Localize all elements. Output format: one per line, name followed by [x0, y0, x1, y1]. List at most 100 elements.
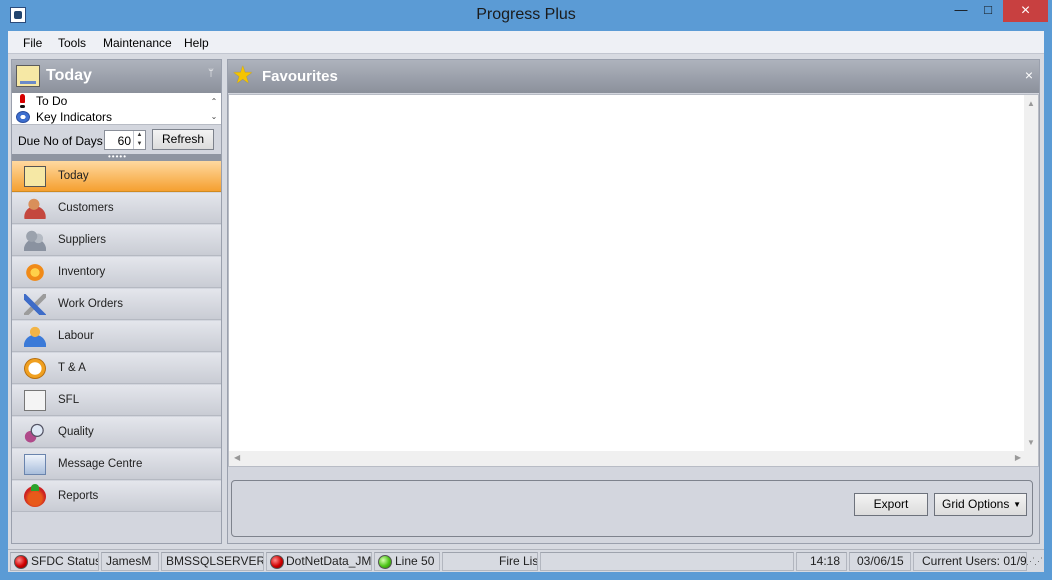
- grid-options-button[interactable]: Grid Options ▼: [934, 493, 1027, 516]
- nav-item-today[interactable]: Today: [12, 161, 221, 192]
- nav-item-message-centre[interactable]: Message Centre: [12, 449, 221, 480]
- inventory-icon: [24, 262, 46, 283]
- menu-help[interactable]: Help: [184, 36, 209, 50]
- green-status-icon: [378, 555, 392, 569]
- nav-item-sfl[interactable]: SFL: [12, 385, 221, 416]
- status-spacer: [540, 552, 794, 571]
- quick-list-scrollbar[interactable]: ⌃ ⌄: [209, 94, 219, 124]
- status-fire-list[interactable]: Fire List: [442, 552, 538, 571]
- star-icon: ★: [232, 62, 254, 89]
- close-panel-icon[interactable]: ×: [1025, 67, 1033, 83]
- red-status-icon: [14, 555, 28, 569]
- menu-maintenance[interactable]: Maintenance: [103, 36, 172, 50]
- window-title: Progress Plus: [476, 6, 576, 23]
- nav-item-label: T & A: [58, 362, 86, 374]
- nav-item-label: Customers: [58, 202, 114, 214]
- nav-item-t-and-a[interactable]: T & A: [12, 353, 221, 384]
- nav-item-suppliers[interactable]: Suppliers: [12, 225, 221, 256]
- scroll-corner: [1024, 451, 1038, 466]
- export-button[interactable]: Export: [854, 493, 928, 516]
- envelope-icon: [24, 454, 46, 475]
- menu-tools[interactable]: Tools: [58, 36, 86, 50]
- nav-item-reports[interactable]: Reports: [12, 481, 221, 512]
- vertical-scrollbar[interactable]: ▲ ▼: [1024, 95, 1038, 451]
- status-current-users: Current Users: 01/99: [913, 552, 1027, 571]
- menu-file[interactable]: File: [23, 36, 42, 50]
- status-line-label: Line 50: [395, 554, 435, 568]
- status-time: 14:18: [796, 552, 847, 571]
- due-days-label: Due No of Days: [18, 134, 103, 148]
- quick-item-to-do[interactable]: To Do: [12, 93, 208, 109]
- status-time-label: 14:18: [810, 554, 841, 568]
- title-bar[interactable]: Progress Plus — □ ×: [0, 0, 1052, 31]
- due-days-stepper[interactable]: 60 ▲ ▼: [104, 130, 146, 150]
- nav-item-label: Today: [58, 170, 89, 182]
- close-window-button[interactable]: ×: [1003, 0, 1048, 22]
- status-sfdc-label: SFDC Status: [31, 554, 99, 568]
- quick-item-label: Key Indicators: [36, 110, 113, 124]
- client-area: File Tools Maintenance Help Today ᛘ To D…: [8, 31, 1044, 572]
- red-status-icon: [270, 555, 284, 569]
- favourites-header: ★ Favourites ×: [228, 60, 1039, 93]
- status-user: JamesM: [101, 552, 159, 571]
- status-user-label: JamesM: [106, 554, 152, 568]
- due-days-row: Due No of Days 60 ▲ ▼ Refresh: [12, 126, 221, 152]
- labour-icon: [24, 326, 46, 347]
- nav-item-label: Reports: [58, 490, 99, 502]
- status-sfdc: SFDC Status: [10, 552, 99, 571]
- today-panel: Today ᛘ To Do Key Indicators ⌃ ⌄ Due No …: [11, 59, 222, 544]
- minimize-button[interactable]: —: [947, 0, 975, 22]
- favourites-grid[interactable]: ▲ ▼ ◀ ▶: [228, 94, 1039, 467]
- status-database: DotNetData_JM: [266, 552, 372, 571]
- work-orders-icon: [24, 294, 46, 315]
- nav-item-label: Quality: [58, 426, 94, 438]
- nav-item-label: Labour: [58, 330, 94, 342]
- nav-item-labour[interactable]: Labour: [12, 321, 221, 352]
- today-panel-title: Today: [46, 67, 92, 84]
- grid-action-bar: Export Grid Options ▼: [231, 480, 1033, 537]
- scroll-left-icon[interactable]: ◀: [234, 453, 240, 462]
- clock-icon: [24, 358, 46, 379]
- app-window: Progress Plus — □ × File Tools Maintenan…: [0, 0, 1052, 580]
- today-calendar-icon: [16, 65, 40, 87]
- nav-item-quality[interactable]: Quality: [12, 417, 221, 448]
- refresh-button[interactable]: Refresh: [152, 129, 214, 150]
- resize-grip-icon[interactable]: ⋰⋰: [1026, 556, 1043, 567]
- due-days-value[interactable]: 60: [118, 134, 131, 148]
- customers-icon: [24, 198, 46, 219]
- scroll-up-icon[interactable]: ▲: [1027, 99, 1035, 108]
- nav-item-label: Suppliers: [58, 234, 106, 246]
- quick-item-key-indicators[interactable]: Key Indicators: [12, 109, 208, 125]
- today-icon: [24, 166, 46, 187]
- spin-up-icon[interactable]: ▲: [133, 131, 145, 140]
- quick-item-label: To Do: [36, 94, 68, 108]
- scroll-up-icon[interactable]: ⌃: [209, 94, 219, 109]
- menu-bar: File Tools Maintenance Help: [8, 31, 1044, 54]
- horizontal-scrollbar[interactable]: ◀ ▶: [229, 451, 1026, 466]
- status-date: 03/06/15: [849, 552, 911, 571]
- exclamation-icon: [19, 94, 25, 108]
- scroll-right-icon[interactable]: ▶: [1015, 453, 1021, 462]
- splitter-grip[interactable]: •••••: [12, 153, 221, 161]
- nav-item-label: Message Centre: [58, 458, 143, 470]
- suppliers-icon: [24, 230, 46, 251]
- scroll-down-icon[interactable]: ⌄: [209, 109, 219, 124]
- pin-icon[interactable]: ᛘ: [208, 68, 214, 79]
- favourites-panel: ★ Favourites × ▲ ▼ ◀ ▶ Export Grid Optio…: [227, 59, 1040, 544]
- status-server: BMSSQLSERVER: [161, 552, 264, 571]
- navigation-list: Today Customers Suppliers Inventory Work…: [12, 161, 221, 521]
- status-date-label: 03/06/15: [857, 554, 904, 568]
- reports-icon: [24, 484, 46, 507]
- quality-icon: [24, 422, 46, 443]
- nav-item-label: Work Orders: [58, 298, 123, 310]
- nav-item-work-orders[interactable]: Work Orders: [12, 289, 221, 320]
- scroll-down-icon[interactable]: ▼: [1027, 438, 1035, 447]
- caret-down-icon: ▼: [1013, 500, 1021, 509]
- spin-down-icon[interactable]: ▼: [133, 140, 145, 149]
- nav-item-customers[interactable]: Customers: [12, 193, 221, 224]
- nav-item-label: Inventory: [58, 266, 106, 278]
- maximize-button[interactable]: □: [975, 0, 1001, 22]
- nav-item-label: SFL: [58, 394, 80, 406]
- nav-item-inventory[interactable]: Inventory: [12, 257, 221, 288]
- status-fire-list-label: Fire List: [499, 554, 538, 568]
